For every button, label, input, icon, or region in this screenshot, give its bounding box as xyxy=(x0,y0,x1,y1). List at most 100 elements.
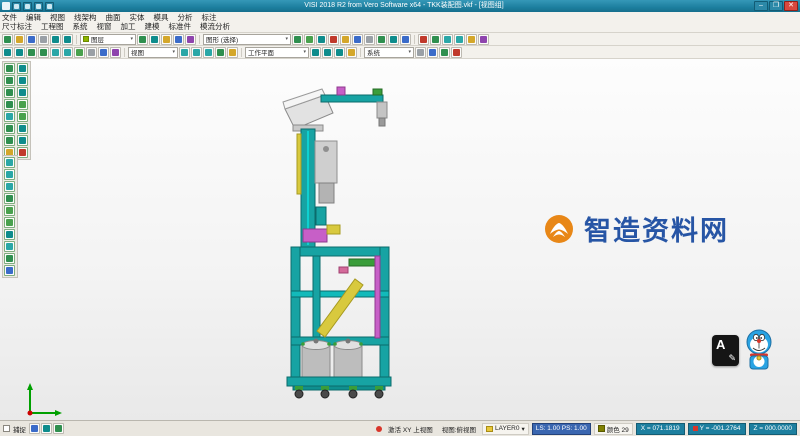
rotate-view-icon[interactable] xyxy=(62,47,73,58)
top-view-icon[interactable] xyxy=(179,47,190,58)
workplane-combo[interactable]: 工作平面 ▾ xyxy=(245,47,309,58)
menu-item[interactable]: 实体 xyxy=(130,13,154,22)
menu-item[interactable]: 视窗 xyxy=(97,22,121,31)
menu-item[interactable]: 工程图 xyxy=(41,22,73,31)
hide-entities-icon[interactable] xyxy=(364,34,375,45)
chain-select-icon[interactable] xyxy=(316,34,327,45)
dynamic-view-icon[interactable] xyxy=(110,47,121,58)
save-file-icon[interactable] xyxy=(26,34,37,45)
delete-icon[interactable] xyxy=(418,34,429,45)
zoom-in-icon[interactable] xyxy=(26,47,37,58)
text-tool-icon[interactable] xyxy=(17,99,28,110)
undo-icon[interactable] xyxy=(50,34,61,45)
redo-icon[interactable] xyxy=(62,34,73,45)
side-view-icon[interactable] xyxy=(203,47,214,58)
workplane-xy-icon[interactable] xyxy=(310,47,321,58)
rotate-tool-icon[interactable] xyxy=(4,135,15,146)
zoom-extents-icon[interactable] xyxy=(4,229,15,240)
open-file-icon[interactable] xyxy=(14,34,25,45)
line-tool-icon[interactable] xyxy=(4,75,15,86)
attributes-icon[interactable] xyxy=(466,34,477,45)
workplane-xz-icon[interactable] xyxy=(322,47,333,58)
regen-icon[interactable] xyxy=(430,34,441,45)
menu-item[interactable]: 曲面 xyxy=(106,13,130,22)
wireframe-view-icon[interactable] xyxy=(86,47,97,58)
rectangle-tool-icon[interactable] xyxy=(17,87,28,98)
quick-save-icon[interactable] xyxy=(12,2,21,11)
menu-item[interactable]: 尺寸标注 xyxy=(2,22,41,31)
print-icon[interactable] xyxy=(38,34,49,45)
workplane-yz-icon[interactable] xyxy=(334,47,345,58)
dimension-tool-icon[interactable] xyxy=(4,111,15,122)
zoom-out-icon[interactable] xyxy=(38,47,49,58)
canvas-viewport[interactable]: 智造资料网 A ✎ xyxy=(0,59,800,420)
quick-redo-icon[interactable] xyxy=(34,2,43,11)
menu-item[interactable]: 视图 xyxy=(50,13,74,22)
menu-item[interactable]: 标准件 xyxy=(169,22,201,31)
quick-undo-icon[interactable] xyxy=(23,2,32,11)
zoom-out-icon[interactable] xyxy=(4,217,15,228)
view-front-icon[interactable] xyxy=(4,169,15,180)
front-view-icon[interactable] xyxy=(191,47,202,58)
layer-lock-icon[interactable] xyxy=(161,34,172,45)
menu-item[interactable]: 系统 xyxy=(73,22,97,31)
menu-item[interactable]: 编辑 xyxy=(26,13,50,22)
mirror-tool-icon[interactable] xyxy=(17,135,28,146)
minimize-button[interactable]: – xyxy=(754,1,768,11)
hatch-tool-icon[interactable] xyxy=(17,111,28,122)
color-selector[interactable]: 颜色 29 xyxy=(594,423,633,435)
color-select-icon[interactable] xyxy=(328,34,339,45)
erase-tool-icon[interactable] xyxy=(17,147,28,158)
zoom-window-icon[interactable] xyxy=(14,47,25,58)
menu-item[interactable]: 文件 xyxy=(2,13,26,22)
view-iso-icon[interactable] xyxy=(4,193,15,204)
group-icon[interactable] xyxy=(442,34,453,45)
layer-filter-icon[interactable] xyxy=(173,34,184,45)
maximize-button[interactable]: ❐ xyxy=(769,1,783,11)
zoom-fit-icon[interactable] xyxy=(2,47,13,58)
layer-combo[interactable]: 图层 ▾ xyxy=(80,34,136,45)
attribute-select-icon[interactable] xyxy=(340,34,351,45)
menu-item[interactable]: 模流分析 xyxy=(200,22,239,31)
spline-tool-icon[interactable] xyxy=(4,99,15,110)
circle-tool-icon[interactable] xyxy=(17,75,28,86)
pan-view-icon[interactable] xyxy=(4,241,15,252)
arc-tool-icon[interactable] xyxy=(4,87,15,98)
properties-icon[interactable] xyxy=(478,34,489,45)
move-tool-icon[interactable] xyxy=(4,123,15,134)
ortho-mode-icon[interactable] xyxy=(41,423,52,434)
invert-select-icon[interactable] xyxy=(352,34,363,45)
snap-checkbox[interactable] xyxy=(3,425,10,432)
menu-item[interactable]: 标注 xyxy=(202,13,226,22)
orbit-view-icon[interactable] xyxy=(4,253,15,264)
pan-icon[interactable] xyxy=(50,47,61,58)
calculator-icon[interactable] xyxy=(439,47,450,58)
layer-new-icon[interactable] xyxy=(137,34,148,45)
system-combo[interactable]: 系统 ▾ xyxy=(364,47,414,58)
box-select-icon[interactable] xyxy=(304,34,315,45)
menu-item[interactable]: 加工 xyxy=(121,22,145,31)
view-combo[interactable]: 视图 ▾ xyxy=(128,47,178,58)
select-icon[interactable] xyxy=(292,34,303,45)
workplane-3pt-icon[interactable] xyxy=(346,47,357,58)
select-tool-icon[interactable] xyxy=(4,63,15,74)
entity-info-icon[interactable] xyxy=(400,34,411,45)
cad-model-assembly[interactable] xyxy=(253,79,423,404)
view-top-icon[interactable] xyxy=(4,157,15,168)
menu-item[interactable]: 建模 xyxy=(145,22,169,31)
iso-view-icon[interactable] xyxy=(215,47,226,58)
point-tool-icon[interactable] xyxy=(17,63,28,74)
menu-item[interactable]: 模具 xyxy=(154,13,178,22)
copy-tool-icon[interactable] xyxy=(17,123,28,134)
layer-visibility-icon[interactable] xyxy=(149,34,160,45)
menu-item[interactable]: 线架构 xyxy=(74,13,106,22)
grid-snap-icon[interactable] xyxy=(29,423,40,434)
quick-print-icon[interactable] xyxy=(45,2,54,11)
menu-item[interactable]: 分析 xyxy=(178,13,202,22)
measure-icon[interactable] xyxy=(388,34,399,45)
options-icon[interactable] xyxy=(427,47,438,58)
layer-manager-icon[interactable] xyxy=(185,34,196,45)
entity-snap-icon[interactable] xyxy=(53,423,64,434)
help-icon[interactable] xyxy=(451,47,462,58)
close-button[interactable]: ✕ xyxy=(784,1,798,11)
